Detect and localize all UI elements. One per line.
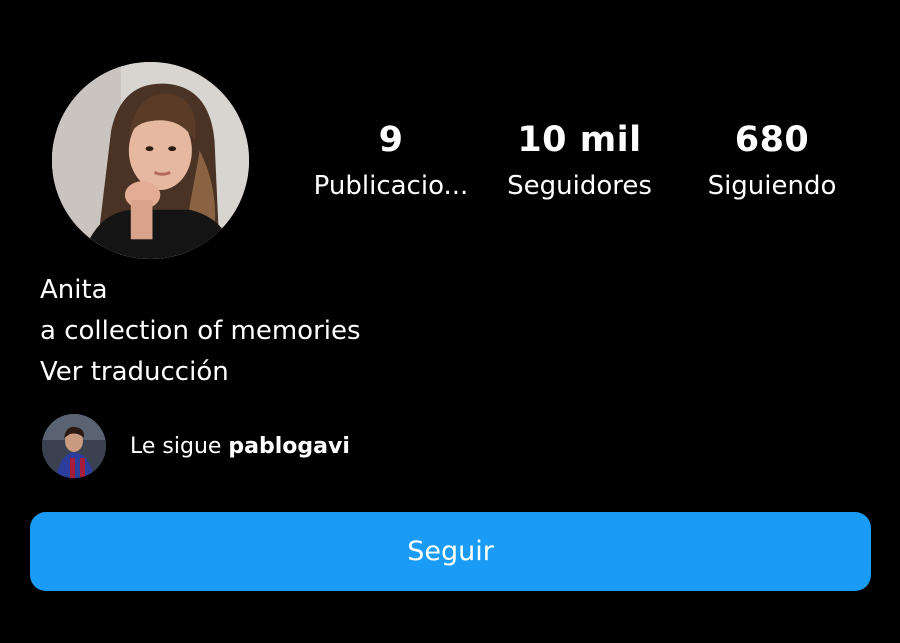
profile-avatar[interactable] <box>52 62 249 259</box>
follow-button[interactable]: Seguir <box>30 512 871 591</box>
following-count: 680 <box>734 120 810 160</box>
profile-name: Anita <box>40 275 108 305</box>
profile-photo-image <box>52 62 249 259</box>
follower-photo-image <box>42 414 106 478</box>
followers-label: Seguidores <box>507 171 652 201</box>
followed-by-text: Le sigue pablogavi <box>130 434 350 459</box>
followers-count: 10 mil <box>517 120 642 160</box>
follower-avatar[interactable] <box>42 414 106 478</box>
profile-stats: 9 Publicacio... 10 mil Seguidores 680 Si… <box>290 118 870 218</box>
posts-count: 9 <box>378 120 404 160</box>
following-label: Siguiendo <box>707 171 837 201</box>
followers-stat[interactable]: 10 mil Seguidores <box>492 118 667 204</box>
profile-header: 9 Publicacio... 10 mil Seguidores 680 Si… <box>0 0 900 643</box>
followed-by-prefix: Le sigue <box>130 433 222 459</box>
posts-stat[interactable]: 9 Publicacio... <box>306 118 476 204</box>
profile-bio: Anita a collection of memories Ver tradu… <box>40 270 361 393</box>
bio-text: a collection of memories <box>40 316 361 346</box>
posts-label: Publicacio... <box>313 171 469 201</box>
following-stat[interactable]: 680 Siguiendo <box>684 118 860 204</box>
translate-link[interactable]: Ver traducción <box>40 352 361 393</box>
followed-by-username[interactable]: pablogavi <box>228 434 349 459</box>
followed-by-row[interactable]: Le sigue pablogavi <box>42 414 350 478</box>
